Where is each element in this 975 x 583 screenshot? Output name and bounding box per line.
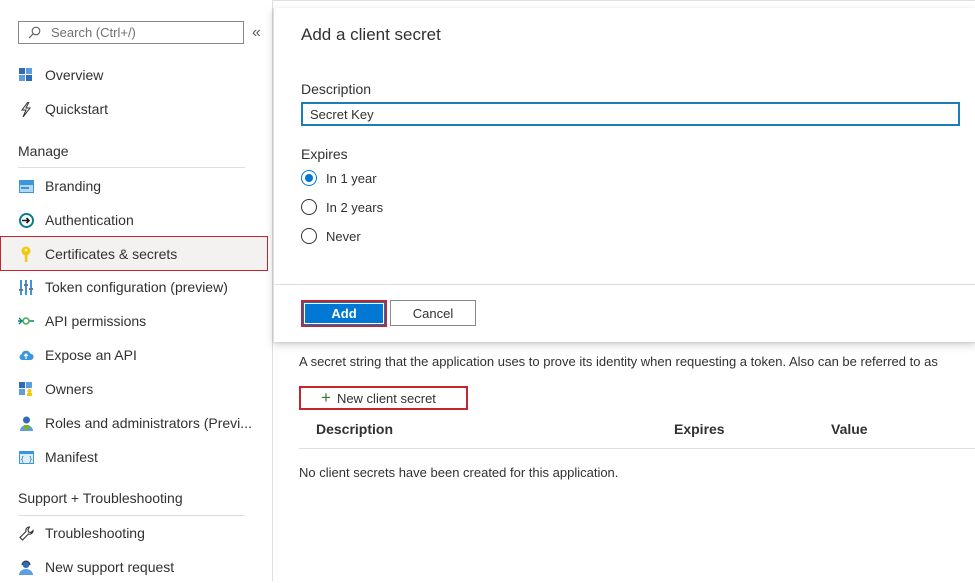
sidebar-item-overview[interactable]: Overview — [0, 59, 268, 91]
search-icon — [28, 26, 41, 39]
radio-label: In 1 year — [326, 170, 377, 186]
sidebar-item-label: Roles and administrators (Previ... — [45, 415, 252, 431]
sidebar-item-manifest[interactable]: { } Manifest — [0, 441, 268, 473]
panel-title: Add a client secret — [301, 25, 441, 44]
sidebar-item-label: Branding — [45, 178, 102, 194]
divider — [18, 167, 245, 168]
column-header-expires: Expires — [674, 421, 725, 437]
sidebar-item-label: Quickstart — [45, 101, 109, 117]
collapse-sidebar-icon[interactable]: « — [252, 23, 261, 43]
new-client-secret-button[interactable]: + New client secret — [299, 386, 468, 410]
api-permissions-icon — [18, 313, 34, 329]
new-client-secret-label: New client secret — [336, 390, 436, 406]
sidebar-item-label: New support request — [45, 559, 175, 575]
sidebar-item-quickstart[interactable]: Quickstart — [0, 93, 268, 125]
description-label: Description — [301, 81, 372, 97]
column-header-value: Value — [831, 421, 868, 437]
manage-heading: Manage — [18, 143, 69, 159]
expires-option-never[interactable]: Never — [301, 225, 361, 247]
owners-icon — [18, 381, 34, 397]
sidebar-item-label: Manifest — [45, 449, 98, 465]
search-input[interactable] — [51, 25, 231, 40]
expires-option-2-years[interactable]: In 2 years — [301, 196, 383, 218]
support-person-icon — [18, 559, 34, 575]
description-input[interactable] — [301, 102, 960, 126]
authentication-icon — [18, 212, 34, 228]
sidebar-item-label: Troubleshooting — [45, 525, 145, 541]
sidebar-item-new-support-request[interactable]: New support request — [0, 551, 268, 583]
sidebar-item-label: Token configuration (preview) — [45, 279, 228, 295]
plus-icon: + — [321, 388, 331, 407]
sidebar-item-owners[interactable]: Owners — [0, 373, 268, 405]
radio-button[interactable] — [301, 199, 317, 215]
radio-label: In 2 years — [326, 199, 384, 215]
sidebar-item-token-configuration[interactable]: Token configuration (preview) — [0, 271, 268, 303]
sidebar-item-roles-administrators[interactable]: Roles and administrators (Previ... — [0, 407, 268, 439]
radio-button[interactable] — [301, 228, 317, 244]
sidebar-item-label: API permissions — [45, 313, 147, 329]
token-bars-icon — [18, 279, 34, 295]
cancel-button[interactable]: Cancel — [390, 300, 476, 326]
radio-label: Never — [326, 228, 361, 244]
secret-info-text: A secret string that the application use… — [299, 354, 938, 369]
sidebar: « Overview Quickstart Manage Branding Au… — [0, 0, 273, 581]
empty-state-message: No client secrets have been created for … — [299, 465, 619, 480]
sidebar-item-label: Authentication — [45, 212, 134, 228]
table-header-divider — [299, 448, 975, 449]
sidebar-item-label: Overview — [45, 67, 104, 83]
radio-button-checked[interactable] — [301, 170, 317, 186]
search-box[interactable] — [18, 21, 244, 44]
branding-icon — [18, 178, 34, 194]
wrench-icon — [18, 525, 34, 541]
column-header-description: Description — [316, 421, 394, 437]
manifest-icon: { } — [18, 449, 34, 465]
overview-grid-icon — [18, 67, 34, 83]
cloud-icon — [18, 347, 34, 363]
sidebar-item-api-permissions[interactable]: API permissions — [0, 305, 268, 337]
panel-divider — [274, 284, 975, 285]
key-icon — [18, 246, 34, 262]
svg-text:{ }: { } — [20, 455, 33, 463]
sidebar-item-label: Owners — [45, 381, 94, 397]
sidebar-item-branding[interactable]: Branding — [0, 170, 268, 202]
sidebar-item-certificates-secrets[interactable]: Certificates & secrets — [0, 236, 268, 271]
sidebar-item-label: Certificates & secrets — [45, 245, 178, 262]
sidebar-item-authentication[interactable]: Authentication — [0, 204, 268, 236]
support-heading: Support + Troubleshooting — [18, 490, 183, 506]
sidebar-item-troubleshooting[interactable]: Troubleshooting — [0, 517, 268, 549]
add-client-secret-panel: Add a client secret Description Expires … — [273, 8, 975, 342]
expires-option-1-year[interactable]: In 1 year — [301, 167, 377, 189]
lightning-icon — [18, 101, 34, 117]
roles-icon — [18, 415, 34, 431]
sidebar-item-expose-api[interactable]: Expose an API — [0, 339, 268, 371]
expires-label: Expires — [301, 146, 348, 162]
sidebar-item-label: Expose an API — [45, 347, 137, 363]
add-button[interactable]: Add — [301, 300, 387, 327]
divider — [18, 515, 245, 516]
